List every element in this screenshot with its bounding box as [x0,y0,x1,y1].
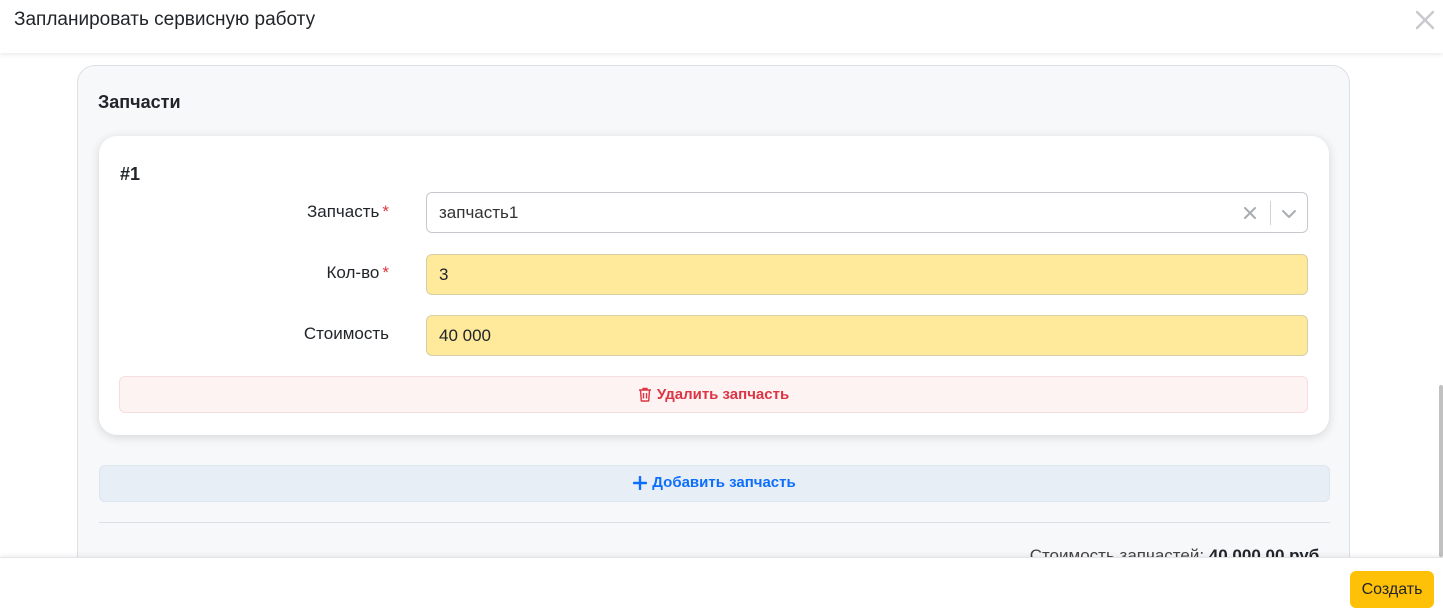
trash-icon [638,387,651,402]
cost-input[interactable]: 40 000 [426,315,1308,356]
qty-field-label: Кол-во * [326,263,389,282]
modal-title: Запланировать сервисную работу [14,9,316,30]
part-field-label: Запчасть * [306,202,389,221]
section-title: Запчасти [98,92,181,112]
parts-section: Запчасти #1 Запчасть * запчасть1 Кол-во * … [77,65,1350,557]
plus-icon [633,475,648,490]
close-icon [1415,10,1435,30]
qty-input[interactable]: 3 [426,254,1308,295]
delete-part-label: Удалить запчасть [656,386,790,403]
delete-part-button[interactable]: Удалить запчасть [119,376,1308,413]
modal-body[interactable]: Запчасти #1 Запчасть * запчасть1 Кол-во * … [0,53,1443,557]
scrollbar[interactable] [1439,385,1443,557]
part-number: #1 [120,164,141,184]
clear-icon[interactable] [1241,204,1259,222]
select-separator [1270,201,1271,225]
modal-footer: Создать [0,557,1443,611]
required-mark: * [382,263,389,282]
add-part-button[interactable]: Добавить запчасть [99,465,1330,502]
parts-total: Стоимость запчастей: 40 000,00 руб. [1030,546,1324,557]
chevron-down-icon[interactable] [1280,205,1298,223]
cost-field-label: Стоимость [303,324,389,343]
required-mark: * [382,202,389,221]
create-button[interactable]: Создать [1350,571,1434,608]
modal-header: Запланировать сервисную работу [0,0,1443,53]
part-card: #1 Запчасть * запчасть1 Кол-во * 3 Стоимос… [99,136,1329,435]
part-select-value: запчасть1 [439,203,519,222]
close-button[interactable] [1411,6,1439,34]
parts-total-value: 40 000,00 руб. [1208,546,1324,557]
part-select[interactable]: запчасть1 [426,192,1308,233]
parts-total-label: Стоимость запчастей: [1029,546,1205,557]
add-part-label: Добавить запчасть [652,474,796,491]
divider [99,522,1330,523]
